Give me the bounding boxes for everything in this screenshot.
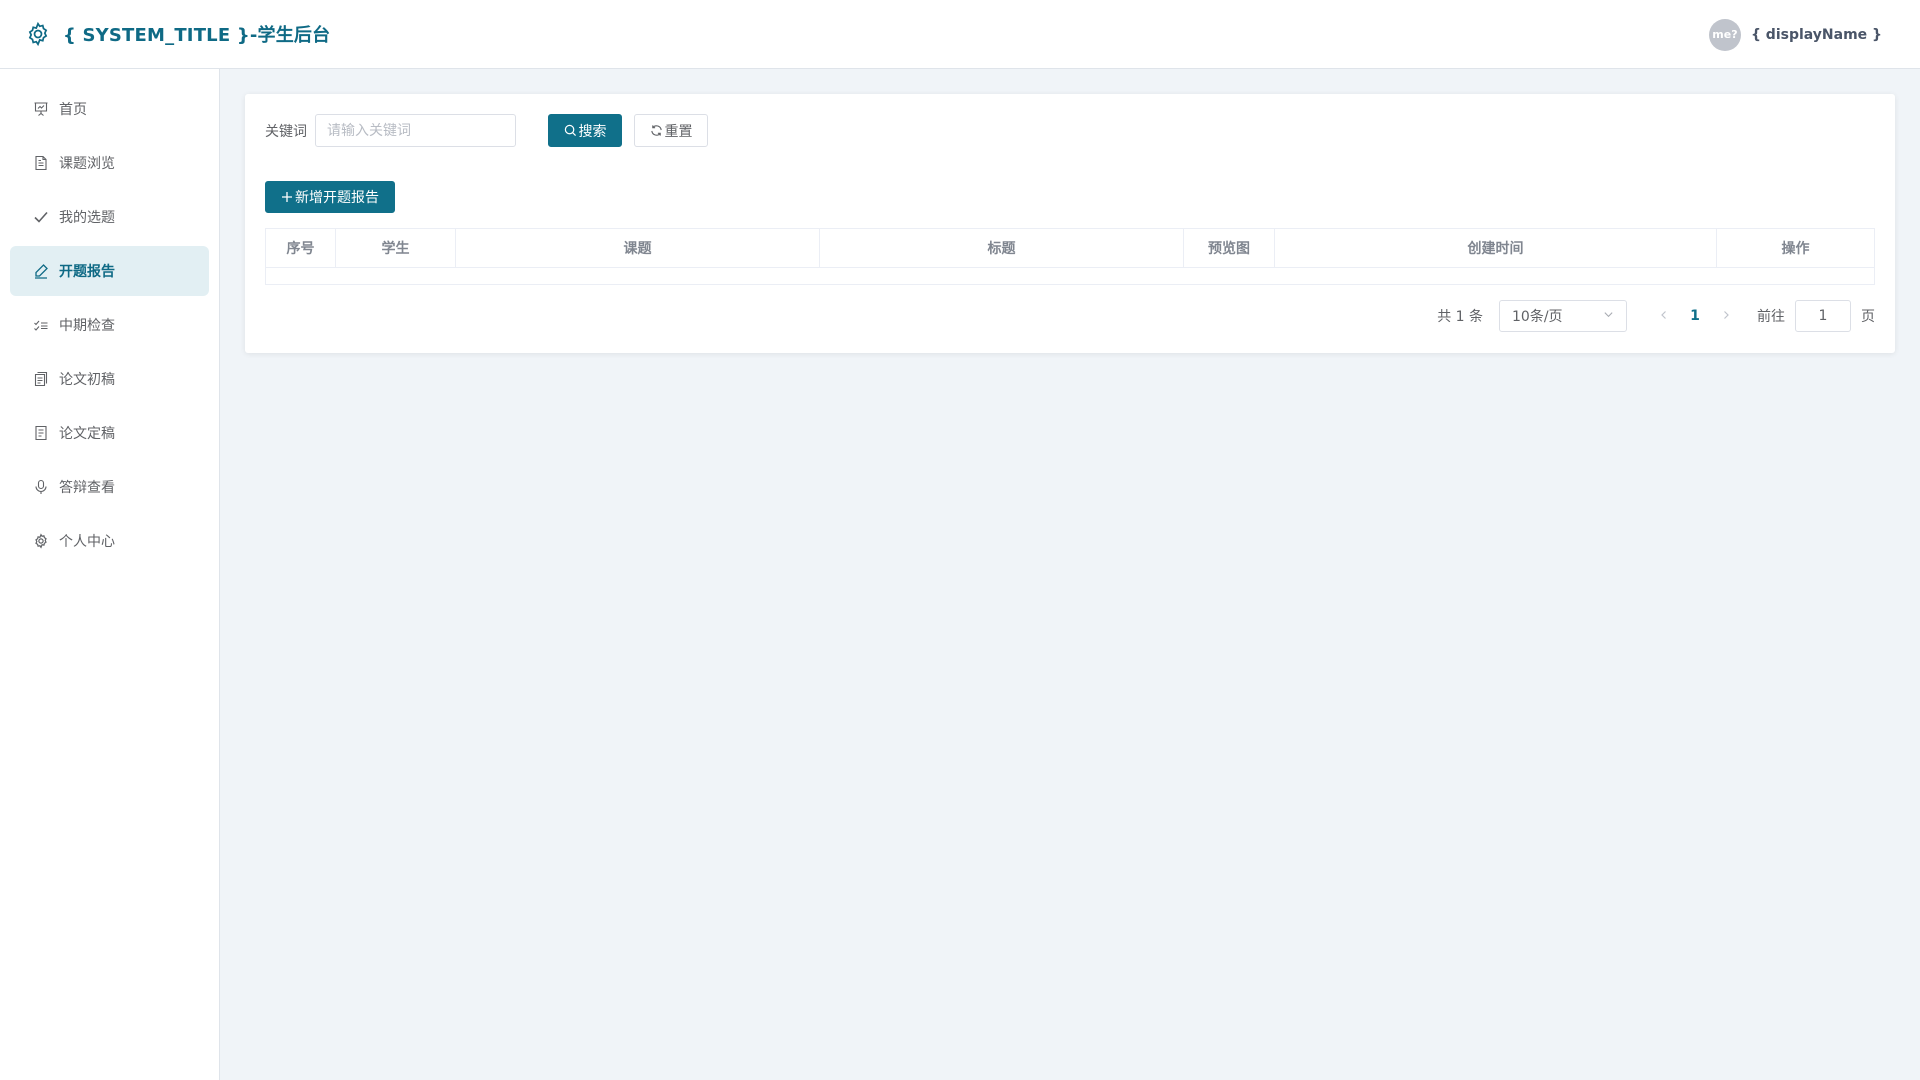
app-title: { SYSTEM_TITLE }-学生后台 bbox=[63, 25, 331, 46]
column-header-topic: 课题 bbox=[456, 229, 820, 267]
sidebar-item-label: 个人中心 bbox=[59, 534, 115, 550]
gear-icon bbox=[25, 21, 51, 47]
sidebar-item-profile[interactable]: 个人中心 bbox=[10, 516, 209, 566]
reset-button-label: 重置 bbox=[664, 123, 693, 140]
sidebar-item-defense-view[interactable]: 答辩查看 bbox=[10, 462, 209, 512]
gear-icon bbox=[33, 533, 49, 549]
sidebar-item-label: 中期检查 bbox=[59, 318, 115, 334]
document-icon bbox=[33, 425, 49, 441]
page-number-current[interactable]: 1 bbox=[1677, 308, 1713, 324]
content-card: 关键词 搜索 重置 新增开题报告 序号 学生 课题 标题 预览图 创建时间 bbox=[245, 94, 1895, 353]
microphone-icon bbox=[33, 479, 49, 495]
sidebar-item-my-topic[interactable]: 我的选题 bbox=[10, 192, 209, 242]
column-header-created-time: 创建时间 bbox=[1275, 229, 1717, 267]
sidebar-item-thesis-draft[interactable]: 论文初稿 bbox=[10, 354, 209, 404]
sidebar-item-topic-browse[interactable]: 课题浏览 bbox=[10, 138, 209, 188]
check-icon bbox=[33, 209, 49, 225]
sidebar-item-label: 答辩查看 bbox=[59, 480, 115, 496]
checklist-icon bbox=[33, 317, 49, 333]
refresh-icon bbox=[650, 124, 663, 137]
reset-button[interactable]: 重置 bbox=[634, 114, 708, 147]
column-header-index: 序号 bbox=[266, 229, 336, 267]
sidebar-item-label: 课题浏览 bbox=[59, 156, 115, 172]
column-header-actions: 操作 bbox=[1781, 241, 1810, 257]
add-button-label: 新增开题报告 bbox=[295, 190, 379, 206]
username[interactable]: { displayName } bbox=[1751, 27, 1882, 43]
chevron-down-icon bbox=[1603, 308, 1614, 324]
sidebar-item-proposal-report[interactable]: 开题报告 bbox=[10, 246, 209, 296]
table-header: 序号 学生 课题 标题 预览图 创建时间 操作 bbox=[266, 229, 1874, 268]
pagination-total: 共 1 条 bbox=[1437, 309, 1483, 325]
column-header-title: 标题 bbox=[820, 229, 1184, 267]
sidebar-item-midterm-check[interactable]: 中期检查 bbox=[10, 300, 209, 350]
plus-icon bbox=[281, 191, 293, 203]
page-size-select[interactable]: 10条/页 bbox=[1499, 300, 1627, 332]
user-menu[interactable]: me? { displayName } bbox=[1708, 0, 1882, 69]
next-page-button[interactable] bbox=[1713, 308, 1739, 324]
copy-document-icon bbox=[33, 371, 49, 387]
page-size-value: 10条/页 bbox=[1512, 309, 1563, 325]
search-button-label: 搜索 bbox=[578, 123, 607, 140]
keyword-label: 关键词 bbox=[265, 123, 307, 140]
search-form: 关键词 搜索 重置 bbox=[265, 114, 708, 147]
brand: { SYSTEM_TITLE }-学生后台 bbox=[25, 21, 330, 47]
search-button[interactable]: 搜索 bbox=[548, 114, 622, 147]
top-header: { SYSTEM_TITLE }-学生后台 me? { displayName … bbox=[0, 0, 1920, 69]
avatar[interactable]: me? bbox=[1708, 18, 1741, 51]
sidebar-item-home[interactable]: 首页 bbox=[10, 84, 209, 134]
column-header-student: 学生 bbox=[336, 229, 456, 267]
search-icon bbox=[564, 124, 577, 137]
sidebar-item-label: 我的选题 bbox=[59, 210, 115, 226]
page-suffix: 页 bbox=[1861, 309, 1875, 325]
sidebar-item-thesis-final[interactable]: 论文定稿 bbox=[10, 408, 209, 458]
sidebar-item-label: 论文初稿 bbox=[59, 372, 115, 388]
proposal-table: 序号 学生 课题 标题 预览图 创建时间 操作 bbox=[265, 228, 1875, 285]
pagination: 共 1 条 10条/页 1 前往 1 页 bbox=[1437, 300, 1875, 332]
column-header-preview: 预览图 bbox=[1184, 229, 1275, 267]
keyword-input[interactable] bbox=[315, 114, 516, 147]
goto-page-input[interactable]: 1 bbox=[1795, 300, 1851, 332]
sidebar: 首页 课题浏览 我的选题 开题报告 中期检查 论文初稿 论文定稿 答辩查看 个人… bbox=[0, 69, 220, 1080]
sidebar-item-label: 首页 bbox=[59, 102, 87, 118]
edit-pen-icon bbox=[33, 263, 49, 279]
prev-page-button[interactable] bbox=[1651, 308, 1677, 324]
document-icon bbox=[33, 155, 49, 171]
table-body bbox=[266, 268, 1874, 284]
sidebar-item-label: 开题报告 bbox=[59, 264, 115, 280]
sidebar-item-label: 论文定稿 bbox=[59, 426, 115, 442]
goto-label: 前往 bbox=[1757, 309, 1785, 325]
presentation-icon bbox=[33, 101, 49, 117]
add-proposal-button[interactable]: 新增开题报告 bbox=[265, 181, 395, 213]
